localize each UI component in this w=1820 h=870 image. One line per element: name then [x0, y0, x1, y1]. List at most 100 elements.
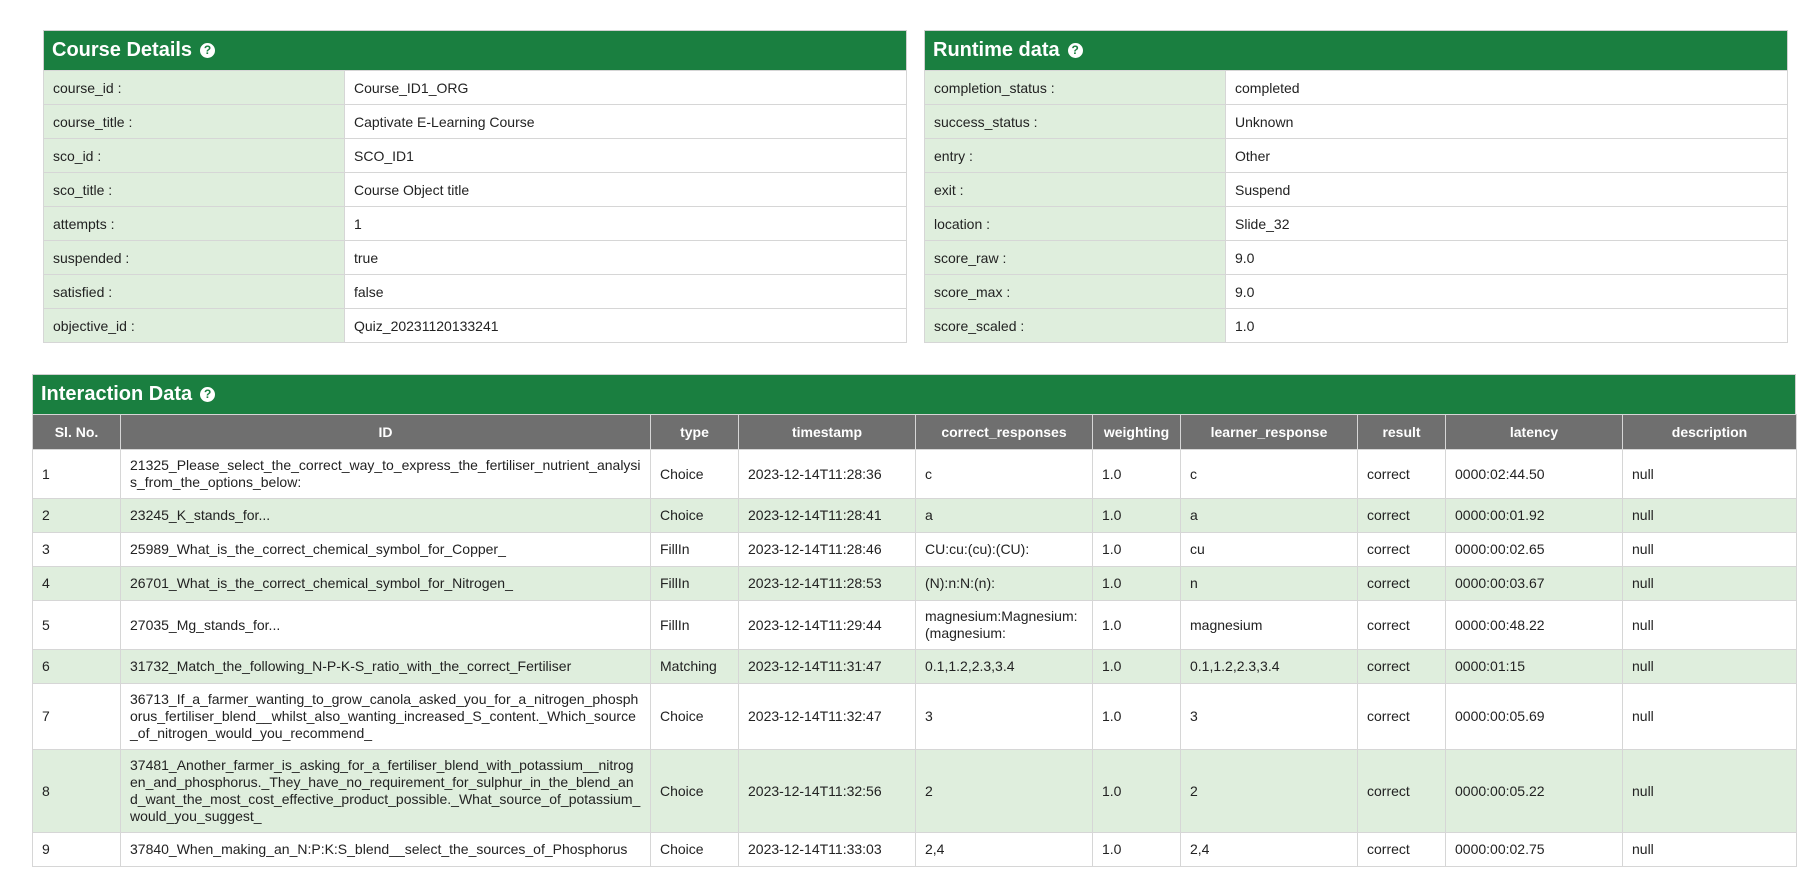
cell-id: 23245_K_stands_for... — [120, 498, 651, 533]
cell-learner: 3 — [1180, 683, 1358, 750]
cell-type: Choice — [650, 749, 739, 833]
cell-type: Matching — [650, 649, 739, 684]
table-row[interactable]: 1 21325_Please_select_the_correct_way_to_… — [32, 449, 1797, 499]
column-header[interactable]: timestamp — [738, 414, 916, 450]
cell-timestamp: 2023-12-14T11:29:44 — [738, 600, 916, 650]
cell-latency: 0000:01:15 — [1445, 649, 1623, 684]
cell-weighting: 1.0 — [1092, 498, 1181, 533]
interaction-data-panel: Interaction Data ? Sl. No. ID type timestam… — [32, 374, 1797, 867]
cell-timestamp: 2023-12-14T11:33:03 — [738, 832, 916, 867]
cell-result: correct — [1357, 498, 1446, 533]
table-row: entry : Other — [924, 138, 1788, 173]
cell-type: FillIn — [650, 566, 739, 601]
cell-id: 21325_Please_select_the_correct_way_to_e… — [120, 449, 651, 499]
column-header[interactable]: description — [1622, 414, 1797, 450]
cell-correct: c — [915, 449, 1093, 499]
cell-learner: c — [1180, 449, 1358, 499]
cell-result: correct — [1357, 566, 1446, 601]
field-label: score_max : — [924, 274, 1226, 309]
table-row[interactable]: 7 36713_If_a_farmer_wanting_to_grow_canol… — [32, 683, 1797, 750]
table-row: satisfied : false — [43, 274, 907, 309]
column-header[interactable]: ID — [120, 414, 651, 450]
field-label: suspended : — [43, 240, 345, 275]
table-row: sco_title : Course Object title — [43, 172, 907, 207]
cell-result: correct — [1357, 600, 1446, 650]
cell-weighting: 1.0 — [1092, 749, 1181, 833]
table-row[interactable]: 3 25989_What_is_the_correct_chemical_symb… — [32, 532, 1797, 567]
cell-weighting: 1.0 — [1092, 566, 1181, 601]
cell-correct: 0.1,1.2,2.3,3.4 — [915, 649, 1093, 684]
cell-weighting: 1.0 — [1092, 600, 1181, 650]
cell-latency: 0000:00:02.65 — [1445, 532, 1623, 567]
cell-correct: a — [915, 498, 1093, 533]
cell-no: 2 — [32, 498, 121, 533]
interaction-data-table: Sl. No. ID type timestamp correct_responses w… — [32, 414, 1797, 867]
column-header[interactable]: correct_responses — [915, 414, 1093, 450]
table-row: attempts :1 — [43, 206, 907, 241]
cell-result: correct — [1357, 832, 1446, 867]
field-value: Course_ID1_ORG — [344, 70, 907, 105]
cell-weighting: 1.0 — [1092, 649, 1181, 684]
cell-latency: 0000:02:44.50 — [1445, 449, 1623, 499]
cell-latency: 0000:00:05.69 — [1445, 683, 1623, 750]
cell-id: 25989_What_is_the_correct_chemical_symbo… — [120, 532, 651, 567]
cell-id: 26701_What_is_the_correct_chemical_symbo… — [120, 566, 651, 601]
cell-latency: 0000:00:02.75 — [1445, 832, 1623, 867]
field-value: true — [344, 240, 907, 275]
column-header[interactable]: learner_response — [1180, 414, 1358, 450]
field-label: success_status : — [924, 104, 1226, 139]
cell-result: correct — [1357, 683, 1446, 750]
field-label: course_id : — [43, 70, 345, 105]
field-value: 1.0 — [1225, 308, 1788, 343]
table-row[interactable]: 2 23245_K_stands_for... Choice 2023-12-14T1… — [32, 498, 1797, 533]
cell-timestamp: 2023-12-14T11:32:47 — [738, 683, 916, 750]
runtime-data-panel: Runtime data ? completion_status : comple… — [924, 30, 1788, 343]
field-label: sco_title : — [43, 172, 345, 207]
table-row[interactable]: 6 31732_Match_the_following_N-P-K-S_ratio… — [32, 649, 1797, 684]
field-value: Captivate E-Learning Course — [344, 104, 907, 139]
cell-no: 3 — [32, 532, 121, 567]
field-value: Slide_32 — [1225, 206, 1788, 241]
column-header[interactable]: result — [1357, 414, 1446, 450]
cell-correct: 2,4 — [915, 832, 1093, 867]
cell-result: correct — [1357, 449, 1446, 499]
field-value: completed — [1225, 70, 1788, 105]
cell-result: correct — [1357, 532, 1446, 567]
interaction-data-header: Interaction Data ? — [32, 374, 1796, 414]
cell-correct: 2 — [915, 749, 1093, 833]
cell-description: null — [1622, 649, 1797, 684]
help-icon[interactable]: ? — [200, 387, 216, 402]
course-details-panel: Course Details ? course_id : Course_ID1_O… — [43, 30, 907, 343]
cell-type: Choice — [650, 832, 739, 867]
field-label: objective_id : — [43, 308, 345, 343]
table-row: score_scaled :1.0 — [924, 308, 1788, 343]
column-header[interactable]: weighting — [1092, 414, 1181, 450]
field-value: Other — [1225, 138, 1788, 173]
cell-description: null — [1622, 449, 1797, 499]
table-row[interactable]: 9 37840_When_making_an_N:P:K:S_blend__sel… — [32, 832, 1797, 867]
table-row: course_id : Course_ID1_ORG — [43, 70, 907, 105]
table-row[interactable]: 4 26701_What_is_the_correct_chemical_symb… — [32, 566, 1797, 601]
cell-correct: 3 — [915, 683, 1093, 750]
course-details-table: course_id : Course_ID1_ORG course_title :C… — [43, 70, 907, 343]
cell-type: FillIn — [650, 532, 739, 567]
help-icon[interactable]: ? — [200, 43, 216, 58]
table-row[interactable]: 8 37481_Another_farmer_is_asking_for_a_fe… — [32, 749, 1797, 833]
cell-learner: 2 — [1180, 749, 1358, 833]
cell-no: 9 — [32, 832, 121, 867]
cell-type: FillIn — [650, 600, 739, 650]
cell-weighting: 1.0 — [1092, 449, 1181, 499]
table-row: score_raw :9.0 — [924, 240, 1788, 275]
table-row[interactable]: 5 27035_Mg_stands_for... FillIn 2023-12-14T… — [32, 600, 1797, 650]
help-icon[interactable]: ? — [1067, 43, 1083, 58]
cell-learner: 2,4 — [1180, 832, 1358, 867]
cell-timestamp: 2023-12-14T11:32:56 — [738, 749, 916, 833]
table-row: completion_status : completed — [924, 70, 1788, 105]
cell-learner: n — [1180, 566, 1358, 601]
cell-id: 27035_Mg_stands_for... — [120, 600, 651, 650]
cell-description: null — [1622, 600, 1797, 650]
column-header[interactable]: type — [650, 414, 739, 450]
cell-type: Choice — [650, 498, 739, 533]
column-header[interactable]: latency — [1445, 414, 1623, 450]
column-header[interactable]: Sl. No. — [32, 414, 121, 450]
